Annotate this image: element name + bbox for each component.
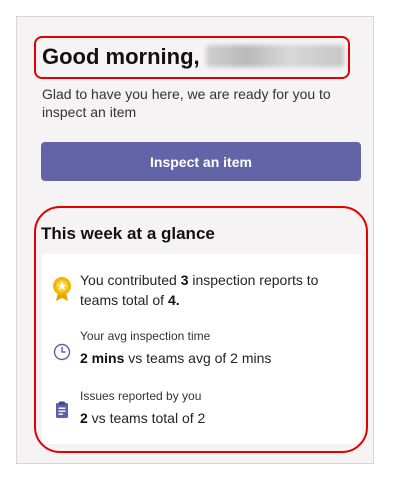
week-glance-title: This week at a glance xyxy=(41,224,215,243)
issues-stat: 2 vs teams total of 2 xyxy=(80,408,205,428)
avg-time-value: 2 mins xyxy=(80,350,125,366)
avg-time-comparison: vs teams avg of 2 mins xyxy=(124,350,272,366)
greeting-text: Good morning, xyxy=(42,44,200,69)
medal-icon xyxy=(52,276,72,307)
inspect-item-button[interactable]: Inspect an item xyxy=(41,142,361,181)
weekly-stats-panel: You contributed 3 inspection reports to … xyxy=(42,254,362,444)
issues-comparison: vs teams total of 2 xyxy=(87,410,206,426)
welcome-subtitle: Glad to have you here, we are ready for … xyxy=(42,86,331,120)
redacted-user-name xyxy=(205,45,344,68)
issues-label: Issues reported by you xyxy=(80,389,202,403)
issues-value: 2 xyxy=(80,410,88,426)
avg-time-label: Your avg inspection time xyxy=(80,329,211,343)
avg-time-stat: 2 mins vs teams avg of 2 mins xyxy=(80,348,271,368)
contribution-prefix: You contributed xyxy=(80,272,181,288)
clock-icon xyxy=(53,343,71,366)
contribution-team-total: 4. xyxy=(167,292,180,308)
contribution-stat: You contributed 3 inspection reports to … xyxy=(80,270,350,310)
greeting-heading: Good morning, xyxy=(42,44,344,70)
clipboard-icon xyxy=(54,401,70,424)
